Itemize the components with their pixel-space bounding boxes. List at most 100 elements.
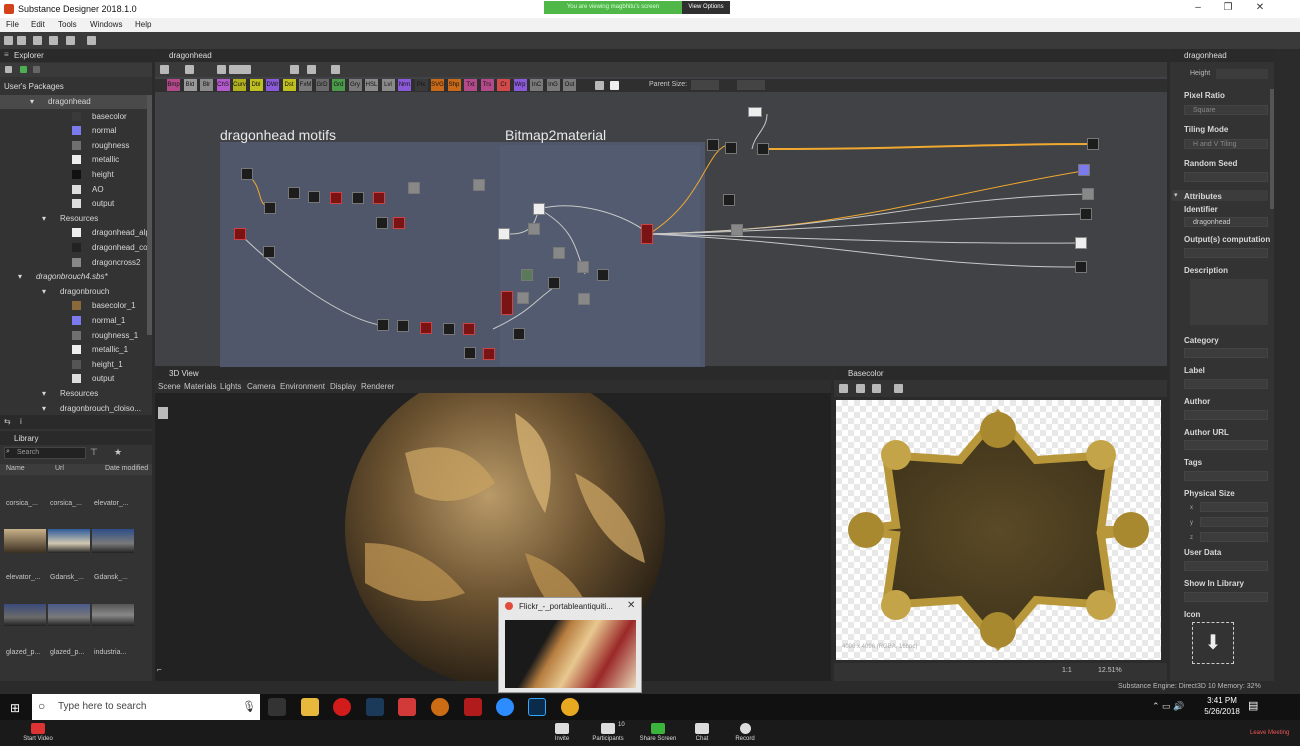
explorer-item[interactable]: dragoncross2: [0, 256, 148, 270]
export-icon[interactable]: [856, 384, 865, 393]
menu-tools[interactable]: Tools: [58, 20, 77, 29]
graph-node[interactable]: [578, 293, 590, 305]
graph-node[interactable]: [757, 143, 769, 155]
download-icon[interactable]: ⬇: [1192, 622, 1234, 664]
prop-random-seed-field[interactable]: [1184, 172, 1268, 182]
physical-size-x[interactable]: [1200, 502, 1268, 512]
graph-node[interactable]: [473, 179, 485, 191]
library-item[interactable]: glazed_p...: [6, 649, 40, 656]
prop-author-url-field[interactable]: [1184, 440, 1268, 450]
prop-pixel-ratio-field[interactable]: Square: [1184, 105, 1268, 115]
prop-tags-field[interactable]: [1184, 471, 1268, 481]
env-thumbnail[interactable]: [48, 529, 90, 553]
graph-node[interactable]: [483, 348, 495, 360]
opera-icon[interactable]: [333, 698, 351, 716]
prop-height-field[interactable]: [1216, 69, 1268, 79]
view3d-menu-renderer[interactable]: Renderer: [361, 382, 394, 391]
graph-node[interactable]: [288, 187, 300, 199]
graph-node[interactable]: [408, 182, 420, 194]
close-icon[interactable]: ✕: [1250, 2, 1270, 16]
graph-node[interactable]: [352, 192, 364, 204]
texture-canvas[interactable]: 4096 x 4096 (RGBA, 16bpc): [836, 400, 1161, 660]
graph-node[interactable]: [376, 217, 388, 229]
explorer-item[interactable]: dragonhead_color1: [0, 241, 152, 255]
library-item[interactable]: elevator_...: [94, 500, 129, 507]
expand-arrow-icon[interactable]: ▾: [42, 285, 46, 299]
prop-outputs-field[interactable]: [1184, 248, 1268, 258]
graph-node[interactable]: [234, 228, 246, 240]
save-icon[interactable]: [33, 36, 42, 45]
steam-icon[interactable]: [366, 698, 384, 716]
view3d-menu-scene[interactable]: Scene: [158, 382, 181, 391]
column-url[interactable]: Url: [55, 465, 64, 472]
graph-node[interactable]: [501, 291, 513, 315]
library-item[interactable]: Gdansk_...: [94, 574, 128, 581]
output-node[interactable]: [1087, 138, 1099, 150]
explorer-item[interactable]: roughness: [0, 139, 148, 153]
view3d-menu-lights[interactable]: Lights: [220, 382, 241, 391]
properties-scrollbar[interactable]: [1270, 89, 1274, 209]
output-node[interactable]: [1082, 188, 1094, 200]
library-item[interactable]: Gdansk_...: [50, 574, 84, 581]
graph-node[interactable]: [517, 292, 529, 304]
physical-size-z[interactable]: [1200, 532, 1268, 542]
output-node[interactable]: [1075, 261, 1087, 273]
save-all-icon[interactable]: [49, 36, 58, 45]
redo-icon[interactable]: [87, 36, 96, 45]
ratio-label[interactable]: 1:1: [1062, 667, 1072, 674]
graph-node[interactable]: [464, 347, 476, 359]
explorer-item[interactable]: ▾ dragonhead: [0, 95, 148, 109]
prop-tiling-mode-field[interactable]: H and V Tiling: [1184, 139, 1268, 149]
share-screen-button[interactable]: Share Screen: [633, 723, 683, 742]
graph-node[interactable]: [725, 142, 737, 154]
play-icon[interactable]: [20, 66, 27, 73]
filter-icon[interactable]: ⊤: [90, 447, 98, 458]
explorer-item[interactable]: ▾ Resources: [0, 212, 148, 226]
graph-node[interactable]: [577, 261, 589, 273]
explorer-item[interactable]: ▾ dragonbrouch: [0, 285, 148, 299]
explorer-item[interactable]: height_1: [0, 358, 148, 372]
view-options-button[interactable]: View Options: [682, 1, 730, 14]
prop-user-data-field[interactable]: [1184, 561, 1268, 571]
graph-node[interactable]: [308, 191, 320, 203]
explorer-item[interactable]: normal_1: [0, 314, 148, 328]
view3d-menu-display[interactable]: Display: [330, 382, 356, 391]
camera-tool-icon[interactable]: [158, 407, 168, 419]
minimize-icon[interactable]: –: [1188, 2, 1208, 16]
graph-node[interactable]: [553, 247, 565, 259]
graph-node[interactable]: [548, 277, 560, 289]
graph-node[interactable]: [463, 323, 475, 335]
library-item[interactable]: elevator_...: [6, 574, 41, 581]
expand-arrow-icon[interactable]: ▾: [30, 95, 34, 109]
graph-node[interactable]: [264, 202, 276, 214]
explorer-item[interactable]: metallic_1: [0, 343, 148, 357]
chrome-preview-popup[interactable]: Flickr_-_portableantiquiti... ✕: [498, 597, 642, 693]
graph-node[interactable]: [513, 328, 525, 340]
graph-node[interactable]: [498, 228, 510, 240]
move-icon[interactable]: [894, 384, 903, 393]
star-icon[interactable]: ★: [114, 447, 122, 458]
photoshop-icon[interactable]: [528, 698, 546, 716]
view3d-menu-camera[interactable]: Camera: [247, 382, 275, 391]
explorer-item[interactable]: basecolor_1: [0, 299, 148, 313]
explorer-item[interactable]: metallic: [0, 153, 148, 167]
explorer-scrollbar[interactable]: [147, 95, 152, 335]
zoom-app-icon[interactable]: [496, 698, 514, 716]
column-name[interactable]: Name: [6, 465, 25, 472]
microphone-icon[interactable]: 🎙: [242, 700, 256, 713]
explorer-item[interactable]: dragonhead_alpha...: [0, 226, 152, 240]
collapse-icon[interactable]: ▾: [1174, 191, 1178, 199]
library-item[interactable]: industria...: [94, 649, 126, 656]
menu-help[interactable]: Help: [135, 20, 151, 29]
explorer-item[interactable]: ▾ Resources: [0, 387, 148, 401]
start-video-button[interactable]: Start Video: [13, 723, 63, 742]
explorer-item[interactable]: ▾ dragonbrouch4.sbs*: [0, 270, 148, 284]
library-item[interactable]: corsica_...: [6, 500, 38, 507]
refresh-icon[interactable]: [33, 66, 40, 73]
filezilla-icon[interactable]: [464, 698, 482, 716]
graph-node[interactable]: [443, 323, 455, 335]
output-node[interactable]: [1080, 208, 1092, 220]
library-item[interactable]: glazed_p...: [50, 649, 84, 656]
record-button[interactable]: Record: [720, 723, 770, 742]
graph-node[interactable]: [397, 320, 409, 332]
